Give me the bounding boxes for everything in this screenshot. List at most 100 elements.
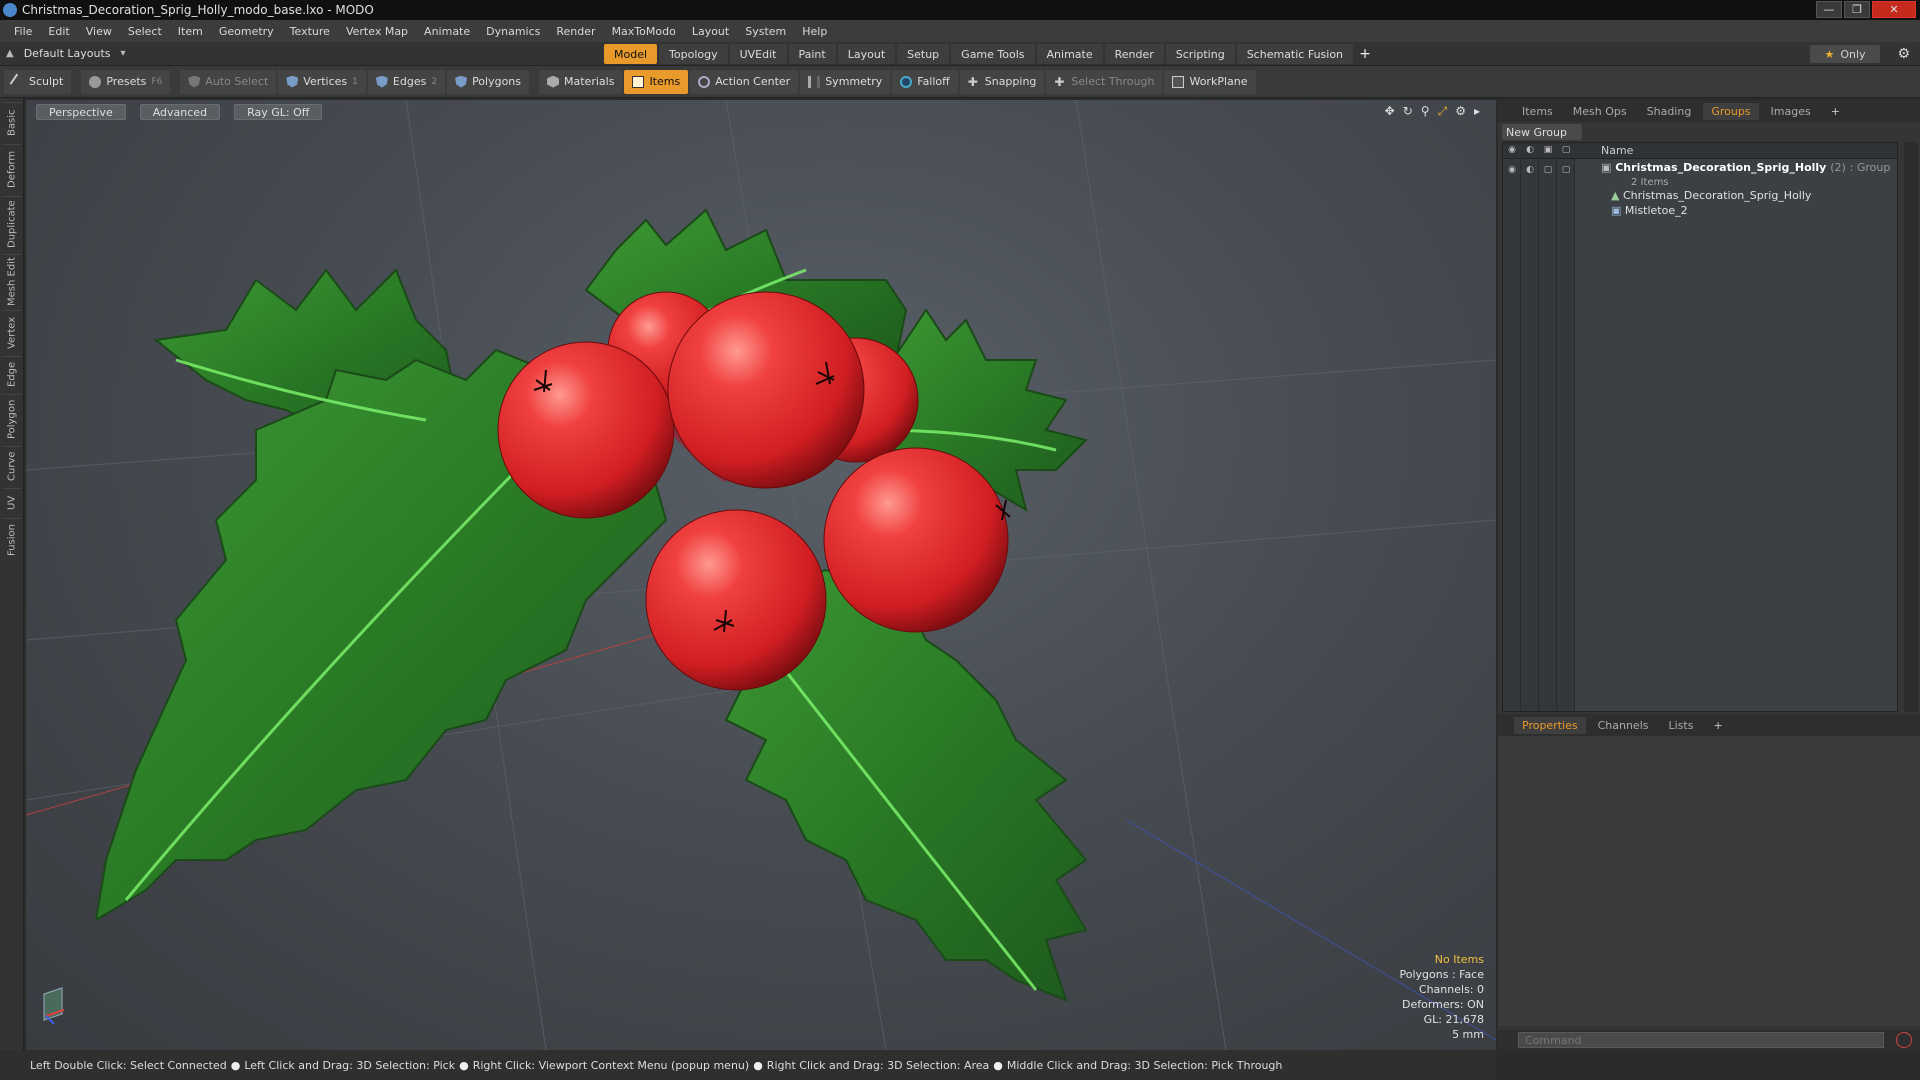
tab-mesh-ops[interactable]: Mesh Ops	[1565, 103, 1635, 120]
materials-button[interactable]: Materials	[539, 69, 623, 94]
command-stop-icon[interactable]	[1896, 1032, 1912, 1048]
action-center-button[interactable]: Action Center	[690, 69, 799, 94]
tab-images[interactable]: Images	[1763, 103, 1819, 120]
row-render-icon[interactable]: ◐	[1524, 165, 1536, 176]
rotate-icon[interactable]: ↻	[1403, 104, 1413, 119]
menu-geometry[interactable]: Geometry	[211, 25, 282, 38]
restore-button[interactable]: ❐	[1844, 1, 1870, 18]
falloff-label: Falloff	[917, 75, 950, 88]
auto-select-button[interactable]: Auto Select	[180, 69, 277, 94]
vtab-mesh-edit[interactable]: Mesh Edit	[2, 254, 22, 308]
tab-uvedit[interactable]: UVEdit	[729, 44, 787, 64]
name-column-header[interactable]: Name	[1601, 144, 1633, 157]
menu-view[interactable]: View	[78, 25, 120, 38]
tab-game-tools[interactable]: Game Tools	[951, 44, 1035, 64]
tab-render[interactable]: Render	[1104, 44, 1164, 64]
menu-maxtomodo[interactable]: MaxToModo	[604, 25, 684, 38]
menu-system[interactable]: System	[737, 25, 794, 38]
tab-channels[interactable]: Channels	[1590, 717, 1657, 734]
sculpt-button[interactable]: Sculpt	[4, 69, 72, 94]
command-input[interactable]	[1518, 1032, 1884, 1048]
tab-setup[interactable]: Setup	[897, 44, 950, 64]
tab-shading[interactable]: Shading	[1639, 103, 1700, 120]
tab-scripting[interactable]: Scripting	[1165, 44, 1235, 64]
vtab-curve[interactable]: Curve	[2, 446, 22, 486]
menu-animate[interactable]: Animate	[416, 25, 478, 38]
layout-tabs: Model Topology UVEdit Paint Layout Setup…	[604, 44, 1375, 64]
lock-icon[interactable]: ▣	[1542, 145, 1554, 156]
minimize-button[interactable]: —	[1816, 1, 1842, 18]
new-group-button[interactable]: New Group	[1502, 124, 1582, 140]
select-through-button[interactable]: ✚ Select Through	[1046, 69, 1163, 94]
perspective-button[interactable]: Perspective	[36, 104, 126, 120]
menu-dynamics[interactable]: Dynamics	[478, 25, 548, 38]
star-icon: ★	[1824, 47, 1835, 61]
add-tab-icon[interactable]: +	[1823, 103, 1848, 120]
close-button[interactable]: ✕	[1872, 1, 1916, 18]
group-row[interactable]: ▣ Christmas_Decoration_Sprig_Holly (2) :…	[1601, 161, 1890, 174]
tab-model[interactable]: Model	[604, 44, 658, 64]
add-tab-icon[interactable]: +	[1355, 44, 1375, 64]
layout-selector[interactable]: ▲ Default Layouts ▾	[6, 47, 126, 60]
row-select-icon[interactable]: ▢	[1560, 165, 1572, 176]
vtab-duplicate[interactable]: Duplicate	[2, 196, 22, 252]
tab-items[interactable]: Items	[1514, 103, 1561, 120]
render-icon[interactable]: ◐	[1524, 145, 1536, 156]
tab-groups[interactable]: Groups	[1703, 102, 1759, 120]
menu-help[interactable]: Help	[794, 25, 835, 38]
vertices-button[interactable]: Vertices 1	[278, 69, 366, 94]
tab-topology[interactable]: Topology	[659, 44, 728, 64]
tab-layout[interactable]: Layout	[837, 44, 896, 64]
tab-schematic-fusion[interactable]: Schematic Fusion	[1236, 44, 1354, 64]
group-child-mistletoe[interactable]: ▣ Mistletoe_2	[1611, 204, 1688, 217]
vtab-edge[interactable]: Edge	[2, 356, 22, 392]
group-child-mesh[interactable]: ▲ Christmas_Decoration_Sprig_Holly	[1611, 189, 1811, 202]
holly-model-render	[26, 100, 1496, 1050]
raygl-button[interactable]: Ray GL: Off	[234, 104, 323, 120]
auto-select-icon	[188, 75, 201, 88]
advanced-button[interactable]: Advanced	[139, 104, 221, 120]
polygons-button[interactable]: Polygons	[447, 69, 530, 94]
snapping-button[interactable]: ✚ Snapping	[959, 69, 1045, 94]
row-eye-icon[interactable]: ◉	[1506, 165, 1518, 176]
fit-icon[interactable]: ⤢	[1438, 104, 1448, 119]
row-lock-icon[interactable]: ▢	[1542, 165, 1554, 176]
menu-file[interactable]: File	[6, 25, 40, 38]
tab-lists[interactable]: Lists	[1661, 717, 1702, 734]
groups-scrollbar[interactable]	[1904, 142, 1918, 712]
vtab-vertex[interactable]: Vertex	[2, 310, 22, 354]
vtab-polygon[interactable]: Polygon	[2, 394, 22, 444]
select-icon[interactable]: ▢	[1560, 145, 1572, 156]
visibility-eye-icon[interactable]: ◉	[1506, 145, 1518, 156]
edges-button[interactable]: Edges 2	[367, 69, 446, 94]
menu-edit[interactable]: Edit	[40, 25, 77, 38]
groups-list[interactable]: ◉ ◐ ▣ ▢ Name ◉ ◐ ▢ ▢ ▣ Christmas_Decorat…	[1502, 142, 1898, 712]
3d-viewport[interactable]: Perspective Advanced Ray GL: Off ✥ ↻ ⚲ ⤢…	[26, 100, 1496, 1050]
falloff-button[interactable]: Falloff	[892, 69, 958, 94]
add-properties-tab-icon[interactable]: +	[1705, 717, 1730, 734]
menu-texture[interactable]: Texture	[282, 25, 338, 38]
gear-icon[interactable]: ⚙	[1897, 46, 1910, 62]
collapse-arrow-icon[interactable]: ▲	[6, 48, 14, 59]
viewport-gear-icon[interactable]: ⚙	[1455, 104, 1466, 119]
zoom-icon[interactable]: ⚲	[1421, 104, 1430, 119]
menu-item[interactable]: Item	[170, 25, 211, 38]
symmetry-button[interactable]: Symmetry	[800, 69, 891, 94]
expand-arrow-icon[interactable]: ▸	[1474, 104, 1480, 119]
menu-select[interactable]: Select	[120, 25, 170, 38]
workplane-button[interactable]: WorkPlane	[1164, 69, 1256, 94]
menu-render[interactable]: Render	[548, 25, 603, 38]
menu-layout[interactable]: Layout	[684, 25, 737, 38]
presets-button[interactable]: Presets F6	[81, 69, 171, 94]
tab-paint[interactable]: Paint	[788, 44, 836, 64]
vtab-deform[interactable]: Deform	[2, 144, 22, 194]
menu-vertex-map[interactable]: Vertex Map	[338, 25, 416, 38]
vtab-uv[interactable]: UV	[2, 488, 22, 516]
vtab-fusion[interactable]: Fusion	[2, 518, 22, 562]
tab-properties[interactable]: Properties	[1514, 716, 1586, 734]
tab-animate[interactable]: Animate	[1036, 44, 1103, 64]
vtab-basic[interactable]: Basic	[2, 102, 22, 142]
pan-icon[interactable]: ✥	[1385, 104, 1395, 119]
only-toggle-button[interactable]: ★ Only	[1810, 45, 1880, 63]
items-button[interactable]: Items	[624, 69, 689, 94]
